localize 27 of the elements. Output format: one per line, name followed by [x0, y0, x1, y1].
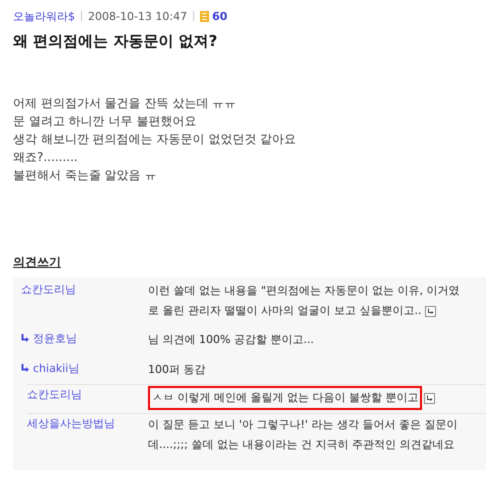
author-link[interactable]: 오놀라워라$ [13, 8, 75, 24]
comment-text: ㅅㅂ 이렇게 메인에 올릴게 없는 다음이 불쌍할 뿐이고 [152, 390, 418, 406]
document-icon [200, 10, 210, 22]
comment-text: 이런 쓸데 없는 내용을 "편의점에는 자동문이 없는 이유, 이거였 [148, 283, 460, 299]
body-text: 생각 해보니깐 편의점에는 자동문이 없었던것 같아요 [13, 131, 298, 148]
commenter-link[interactable]: 쇼칸도리님 [27, 386, 82, 403]
commenter-link[interactable]: chiakii님 [33, 360, 80, 377]
expand-icon[interactable] [425, 306, 436, 316]
reply-arrow-icon [21, 364, 29, 373]
body-text: 문 열려고 하니깐 너무 불편했어요 [13, 113, 198, 130]
commenter-link[interactable]: 세상을사는방법님 [27, 415, 115, 432]
body-text: 어제 편의점가서 물건을 잔뜩 샀는데 ㅠㅠ [13, 95, 238, 112]
comment-text: 이 질문 듣고 보니 '아 그렇구나!' 라는 생각 들어서 좋은 질문이 [148, 417, 458, 433]
expand-icon[interactable] [424, 392, 436, 404]
view-count: 60 [212, 10, 228, 22]
comment-text: 데....;;;; 쓸데 없는 내용이라는 건 지극히 주관적인 의견같네요 [148, 437, 454, 453]
post-date: 2008-10-13 10:47 [88, 10, 188, 22]
post-title: 왜 편의점에는 자동문이 없져? [13, 32, 218, 51]
comment-text: 님 의견에 100% 공감할 뿐이고... [148, 332, 314, 348]
body-text: 왜죠?......... [13, 149, 79, 166]
comment-text: 로 올린 관리자 떨떨이 사마의 얼굴이 보고 싶을뿐이고.. [148, 303, 422, 319]
comment-text: 100퍼 동감 [148, 362, 206, 378]
commenter-link[interactable]: 정윤호님 [33, 330, 77, 347]
body-text: 불편해서 죽는줄 알았음 ㅠ [13, 167, 158, 184]
reply-arrow-icon [21, 334, 29, 343]
section-heading[interactable]: 의견쓰기 [13, 254, 61, 271]
commenter-link[interactable]: 쇼칸도리님 [21, 281, 76, 298]
